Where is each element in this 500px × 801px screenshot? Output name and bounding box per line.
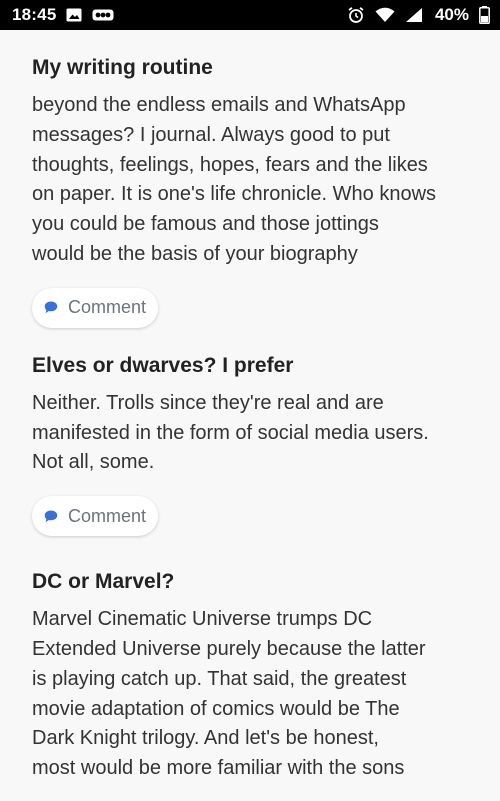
comment-button-label: Comment bbox=[68, 297, 147, 318]
speech-bubble-icon bbox=[44, 301, 58, 314]
post-body-line: thoughts, feelings, hopes, fears and the… bbox=[32, 153, 428, 176]
post-body-line: would be the basis of your biography bbox=[32, 242, 358, 265]
post-body-line: you could be famous and those jottings bbox=[32, 213, 379, 236]
wifi-icon bbox=[375, 7, 395, 23]
post-card: DC or Marvel? Marvel Cinematic Universe … bbox=[0, 536, 500, 784]
feed[interactable]: My writing routine beyond the endless em… bbox=[0, 30, 500, 801]
status-time: 18:45 bbox=[12, 5, 57, 24]
post-body-line: Not all, some. bbox=[32, 451, 155, 474]
post-body-line: most would be more familiar with the son… bbox=[32, 757, 405, 780]
battery-icon bbox=[479, 6, 490, 24]
post-body[interactable]: beyond the endless emails and WhatsApp m… bbox=[32, 91, 468, 270]
gallery-icon bbox=[66, 8, 82, 22]
post-body-line: movie adaptation of comics would be The bbox=[32, 697, 400, 720]
post-body-line: manifested in the form of social media u… bbox=[32, 421, 429, 444]
post-body-line: Neither. Trolls since they're real and a… bbox=[32, 391, 384, 414]
post-title[interactable]: Elves or dwarves? I prefer bbox=[32, 352, 468, 380]
post-body-line: beyond the endless emails and WhatsApp bbox=[32, 94, 406, 116]
post-title[interactable]: DC or Marvel? bbox=[32, 568, 468, 596]
post-body-line: Dark Knight trilogy. And let's be honest… bbox=[32, 727, 379, 750]
carrier-logo-icon bbox=[92, 9, 114, 21]
post-body-line: on paper. It is one's life chronicle. Wh… bbox=[32, 183, 437, 206]
comment-button[interactable]: Comment bbox=[32, 496, 159, 537]
post-body[interactable]: Neither. Trolls since they're real and a… bbox=[32, 389, 468, 478]
post-body-line: is playing catch up. That said, the grea… bbox=[32, 667, 407, 690]
post-body-line: messages? I journal. Always good to put bbox=[32, 123, 390, 146]
comment-button[interactable]: Comment bbox=[32, 287, 159, 328]
post-title[interactable]: My writing routine bbox=[32, 54, 468, 82]
battery-percentage: 40% bbox=[434, 5, 469, 24]
signal-icon bbox=[405, 7, 423, 23]
status-bar: 18:45 40% bbox=[0, 0, 500, 30]
comment-button-label: Comment bbox=[68, 505, 147, 526]
speech-bubble-icon bbox=[44, 510, 58, 523]
post-body-line: Marvel Cinematic Universe trumps DC bbox=[32, 608, 373, 631]
post-card: Elves or dwarves? I prefer Neither. Trol… bbox=[0, 328, 500, 537]
post-card: My writing routine beyond the endless em… bbox=[0, 30, 500, 328]
post-body[interactable]: Marvel Cinematic Universe trumps DC Exte… bbox=[32, 605, 468, 784]
post-body-line: Extended Universe purely because the lat… bbox=[32, 637, 426, 660]
alarm-icon bbox=[347, 6, 365, 24]
